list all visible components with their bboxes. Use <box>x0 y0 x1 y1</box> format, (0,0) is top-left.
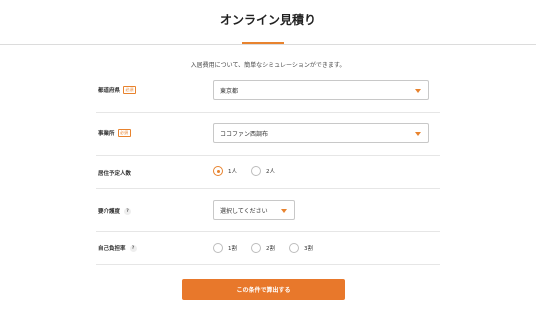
radio-unchecked[interactable] <box>251 166 261 176</box>
prefecture-label: 都道府県 <box>98 88 121 94</box>
intro-text: 入居費用について、簡単なシミュレーションができます。 <box>190 62 346 69</box>
title-underline <box>242 42 284 44</box>
occupants-option-2-label: 2人 <box>266 169 275 175</box>
care-level-value: 選択してください <box>220 207 268 215</box>
facility-label-group: 事業所 必須 <box>98 129 131 137</box>
care-level-select[interactable]: 選択してください <box>213 200 295 220</box>
facility-label: 事業所 <box>98 131 115 137</box>
prefecture-label-group: 都道府県 必須 <box>98 86 137 94</box>
copay-label-group: 自己負担率 ? <box>98 244 137 252</box>
care-level-label: 要介護度 <box>98 209 121 215</box>
copay-option-3-label: 3割 <box>304 246 313 252</box>
chevron-down-icon <box>415 132 421 136</box>
row-care-level: 要介護度 ? 選択してください <box>96 189 440 232</box>
prefecture-select[interactable]: 東京都 <box>213 80 429 100</box>
occupants-option-1-label: 1人 <box>228 169 237 175</box>
help-icon[interactable]: ? <box>124 207 132 215</box>
copay-label: 自己負担率 <box>98 246 126 252</box>
page-title: オンライン見積り <box>219 13 316 27</box>
facility-select[interactable]: ココファン西調布 <box>213 123 429 143</box>
copay-option-3[interactable]: 3割 <box>289 243 313 253</box>
help-icon[interactable]: ? <box>129 244 137 252</box>
prefecture-value: 東京都 <box>220 87 239 95</box>
facility-value: ココファン西調布 <box>220 130 269 138</box>
care-level-label-group: 要介護度 ? <box>98 207 132 215</box>
copay-option-2[interactable]: 2割 <box>251 243 275 253</box>
chevron-down-icon <box>281 209 287 213</box>
chevron-down-icon <box>415 89 421 93</box>
required-badge: 必須 <box>123 86 137 94</box>
radio-checked[interactable] <box>213 166 223 176</box>
page-header: オンライン見積り <box>0 0 536 45</box>
copay-option-1[interactable]: 1割 <box>213 243 237 253</box>
copay-option-2-label: 2割 <box>266 246 275 252</box>
row-facility: 事業所 必須 ココファン西調布 <box>96 113 440 156</box>
occupants-option-1[interactable]: 1人 <box>213 166 237 176</box>
occupants-label: 居住予定人数 <box>98 171 132 177</box>
copay-option-1-label: 1割 <box>228 246 237 252</box>
occupants-option-2[interactable]: 2人 <box>251 166 275 176</box>
radio-unchecked[interactable] <box>289 243 299 253</box>
row-copay: 自己負担率 ? 1割 2割 3割 <box>96 232 440 265</box>
radio-unchecked[interactable] <box>213 243 223 253</box>
calculate-button[interactable]: この条件で算出する <box>182 279 345 300</box>
radio-unchecked[interactable] <box>251 243 261 253</box>
required-badge: 必須 <box>117 129 131 137</box>
row-prefecture: 都道府県 必須 東京都 <box>96 76 440 113</box>
row-occupants: 居住予定人数 1人 2人 <box>96 156 440 189</box>
